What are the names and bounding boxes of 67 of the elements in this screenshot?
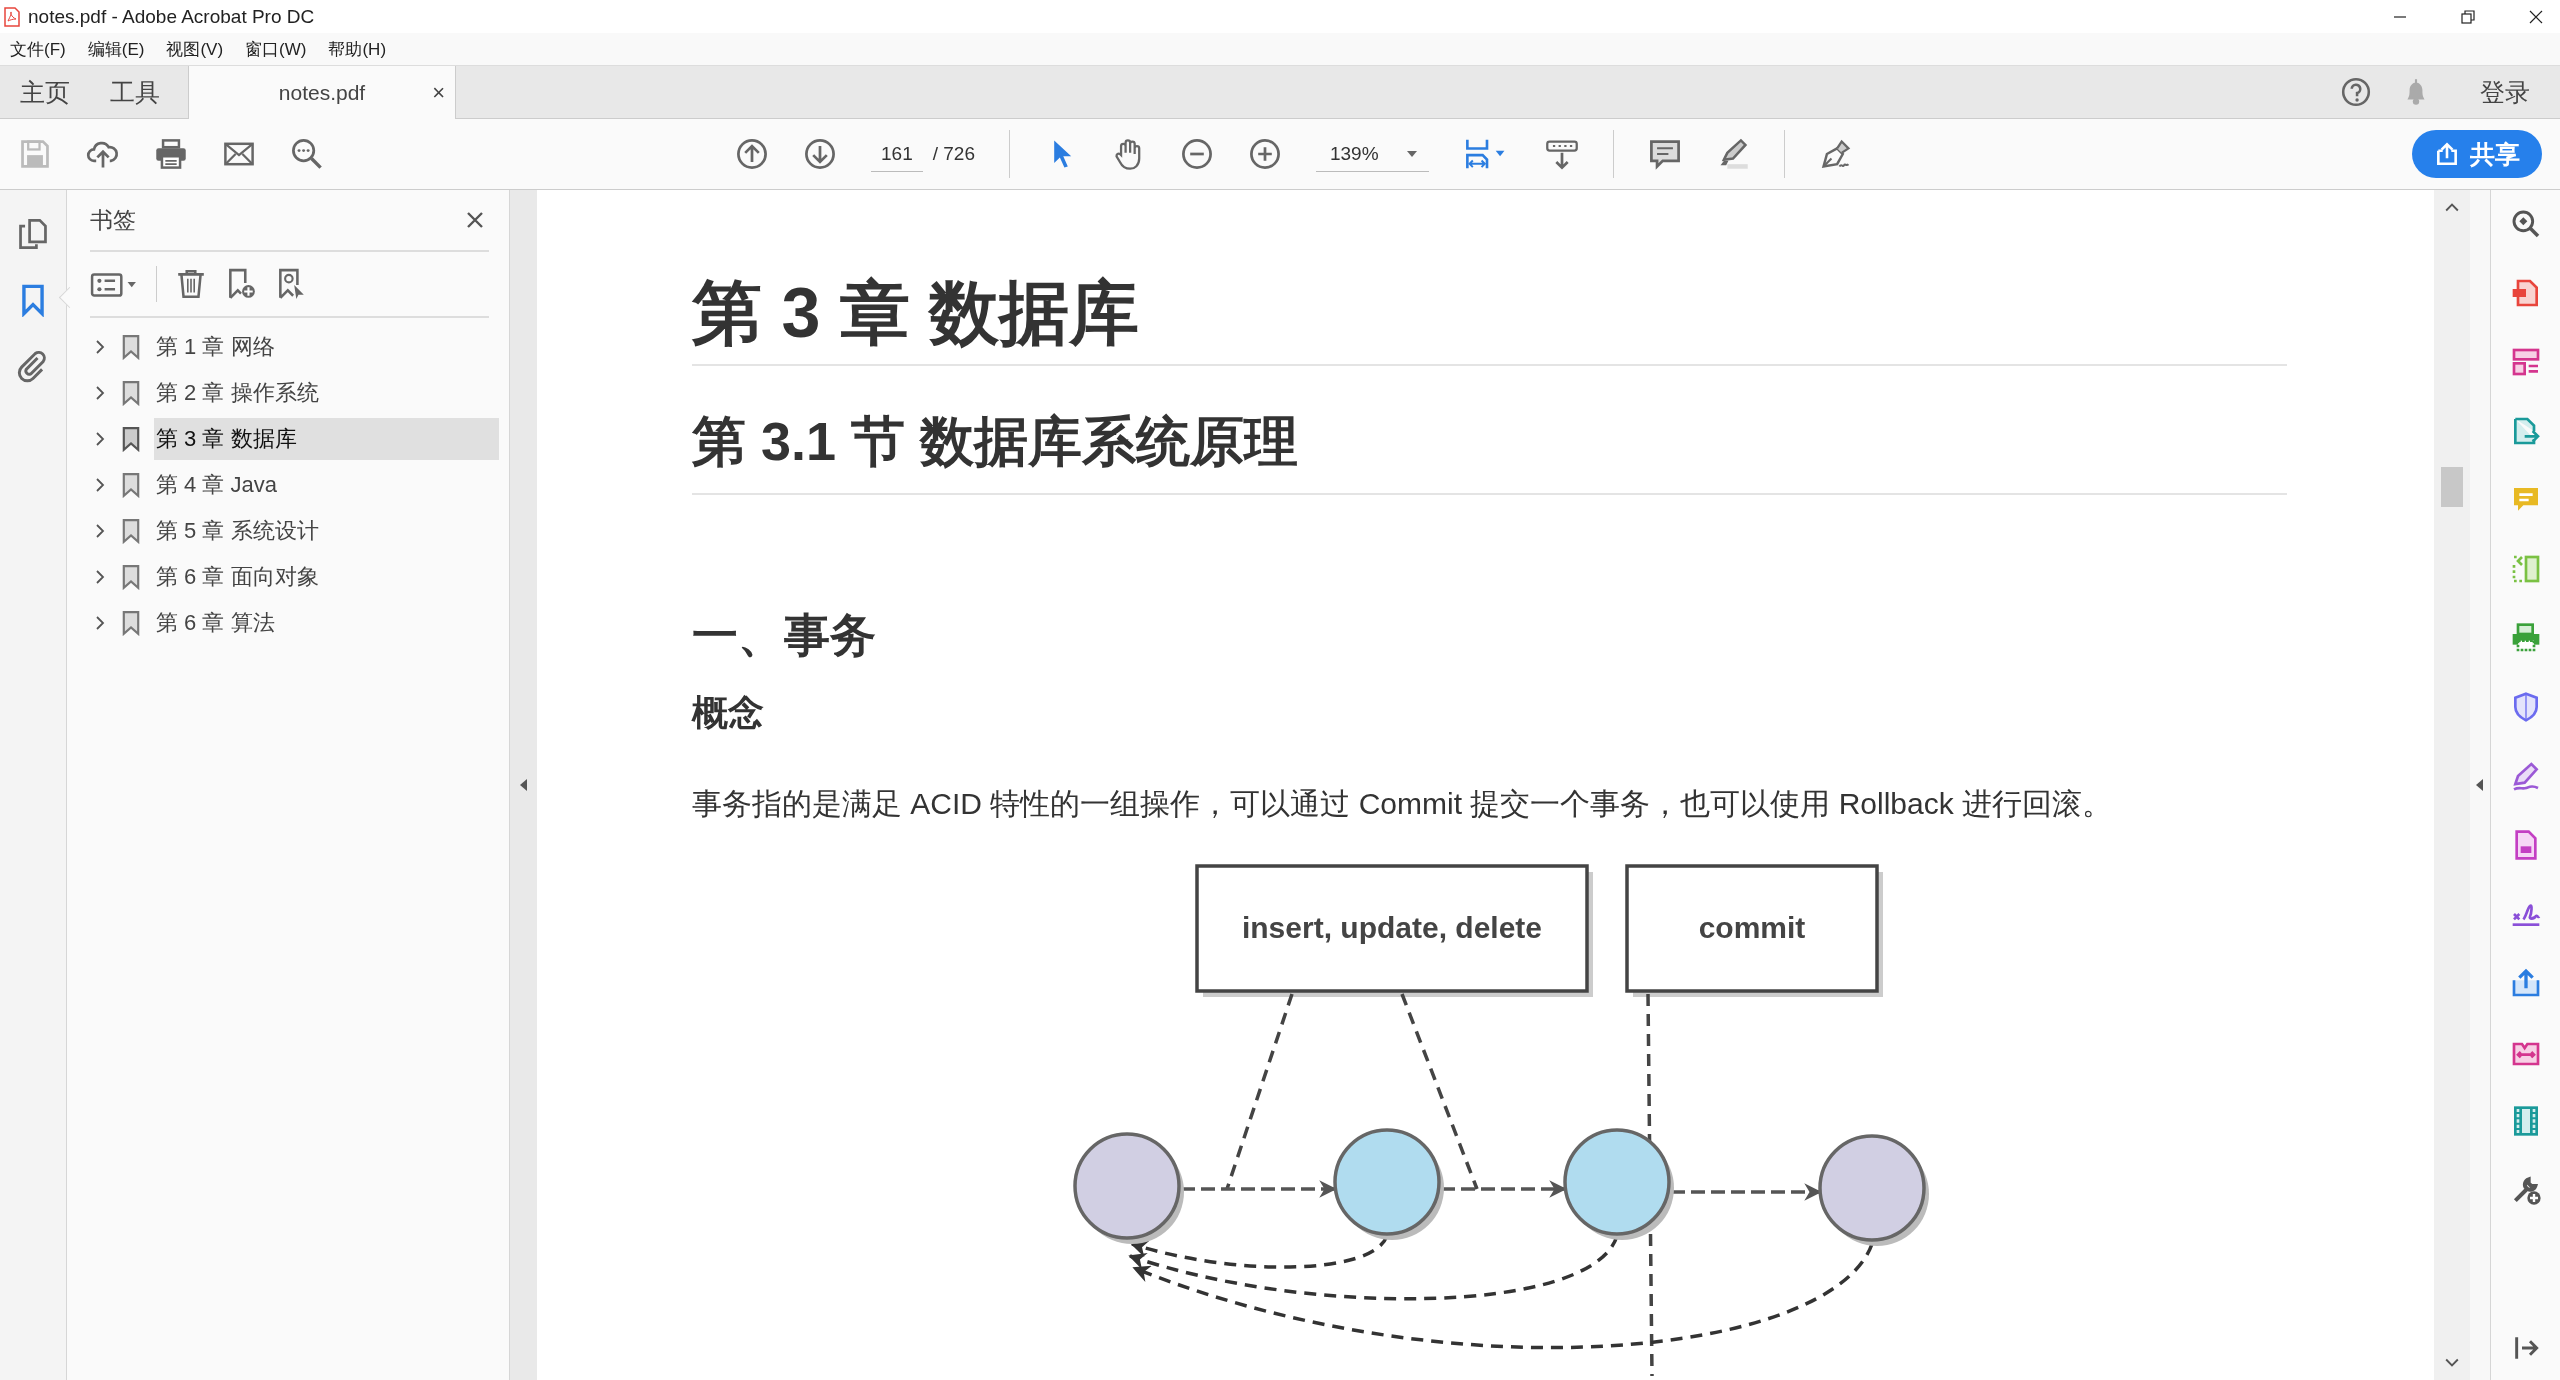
- menu-item[interactable]: 编辑(E): [87, 37, 145, 61]
- bookmark-item[interactable]: 第 5 章 系统设计: [154, 510, 499, 552]
- search-icon[interactable]: [290, 137, 324, 171]
- page-number-field[interactable]: 161: [871, 136, 923, 172]
- bookmark-item[interactable]: 第 6 章 面向对象: [154, 556, 499, 598]
- menu-item[interactable]: 帮助(H): [328, 37, 387, 61]
- expand-panel-icon[interactable]: [2476, 779, 2484, 791]
- collapse-panel-icon[interactable]: [519, 779, 528, 791]
- bookmark-icon: [122, 334, 140, 360]
- box-label: insert, update, delete: [1241, 911, 1543, 944]
- chevron-right-icon[interactable]: [94, 477, 106, 493]
- close-icon[interactable]: [2528, 8, 2544, 25]
- bookmark-icon: [122, 518, 140, 544]
- close-icon[interactable]: [465, 210, 485, 230]
- trash-icon[interactable]: [175, 268, 207, 300]
- sign-in-link[interactable]: 登录: [2480, 75, 2530, 109]
- page-total: / 726: [932, 143, 975, 165]
- bookmark-icon: [122, 472, 140, 498]
- next-page-icon[interactable]: [803, 137, 837, 171]
- scroll-up-icon[interactable]: [2445, 202, 2459, 212]
- chevron-right-icon[interactable]: [94, 615, 106, 631]
- zoom-out-icon[interactable]: [1179, 137, 1214, 171]
- section-heading: 第 3.1 节 数据库系统原理: [692, 410, 1300, 473]
- bookmark-icon: [122, 426, 140, 452]
- zoom-in-icon[interactable]: [1247, 137, 1282, 171]
- tab-close-button[interactable]: ×: [432, 79, 445, 106]
- chevron-right-icon[interactable]: [94, 339, 106, 355]
- bookmark-item[interactable]: 第 1 章 网络: [154, 326, 499, 368]
- scroll-thumb[interactable]: [2441, 467, 2463, 507]
- chevron-right-icon[interactable]: [94, 523, 106, 539]
- pdf-file-icon: [4, 6, 20, 27]
- menu-item[interactable]: 窗口(W): [245, 37, 307, 61]
- window-title: notes.pdf - Adobe Acrobat Pro DC: [28, 5, 315, 28]
- chevron-right-icon[interactable]: [94, 431, 106, 447]
- scroll-mode-icon[interactable]: [1544, 137, 1579, 171]
- previous-page-icon[interactable]: [735, 137, 769, 171]
- help-icon[interactable]: [2340, 76, 2372, 108]
- subheading: 概念: [692, 691, 765, 735]
- heading: 一、事务: [692, 608, 877, 663]
- chevron-right-icon[interactable]: [94, 569, 106, 585]
- chevron-right-icon[interactable]: [94, 385, 106, 401]
- zoom-dropdown[interactable]: 139%: [1315, 136, 1429, 172]
- menu-item[interactable]: 文件(F): [10, 37, 66, 61]
- tab[interactable]: 工具: [90, 66, 180, 118]
- bookmark-item[interactable]: 第 6 章 算法: [154, 602, 499, 644]
- bookmark-item[interactable]: 第 3 章 数据库: [154, 418, 499, 460]
- tab[interactable]: 主页: [0, 66, 90, 118]
- paragraph: 事务指的是满足 ACID 特性的一组操作，可以通过 Commit 提交一个事务，也可以使用 Rollback 进行回滚。: [692, 786, 2114, 822]
- share-button[interactable]: 共享: [2412, 130, 2542, 178]
- chapter-heading: 第 3 章 数据库: [692, 275, 1141, 354]
- pages-icon[interactable]: [16, 217, 50, 251]
- panel-title: 书签: [90, 205, 136, 235]
- bookmark-item[interactable]: 第 4 章 Java: [154, 464, 499, 506]
- printer-icon[interactable]: [154, 137, 188, 171]
- box-label: commit: [1698, 911, 1806, 944]
- comment-icon[interactable]: [1647, 137, 1682, 171]
- vertical-scrollbar[interactable]: [2434, 190, 2470, 1380]
- share-icon: [2434, 141, 2460, 167]
- scroll-down-icon[interactable]: [2445, 1358, 2459, 1368]
- tab[interactable]: notes.pdf ×: [188, 66, 456, 119]
- restore-icon[interactable]: [2460, 8, 2476, 25]
- bookmark-item[interactable]: 第 2 章 操作系统: [154, 372, 499, 414]
- bookmark-icon: [122, 564, 140, 590]
- bookmark-icon: [122, 610, 140, 636]
- bookmark-icon: [122, 380, 140, 406]
- menu-item[interactable]: 视图(V): [166, 37, 224, 61]
- caret-icon[interactable]: [1406, 150, 1417, 157]
